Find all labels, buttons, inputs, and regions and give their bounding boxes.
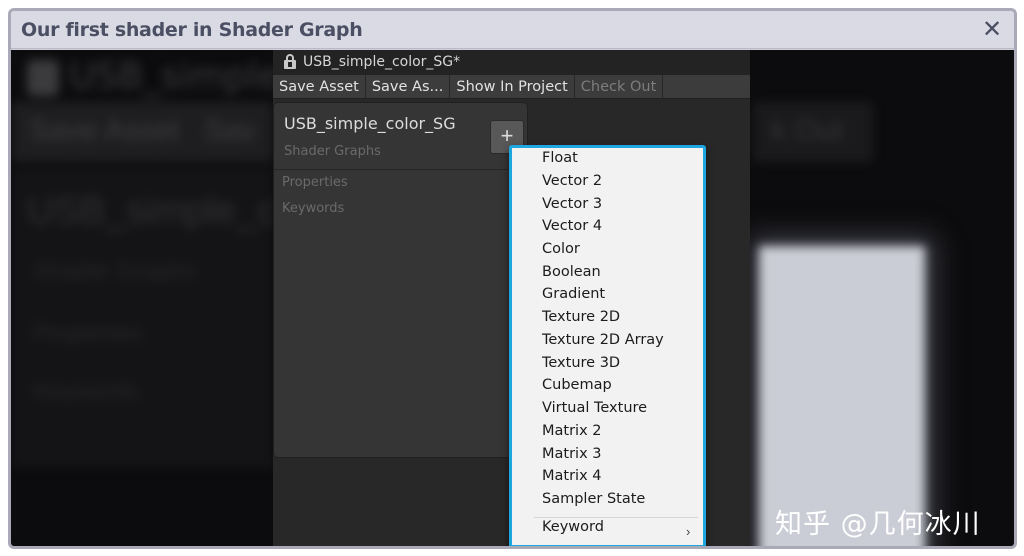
blurred-keywords-label: Keywords [33, 378, 139, 405]
menu-item-vector-2[interactable]: Vector 2 [542, 173, 602, 189]
blurred-properties-label: Properties [33, 320, 143, 347]
screenshot-content: USB_simple_c Save Asset Sav k Out USB_si… [11, 50, 1014, 546]
save-asset-button[interactable]: Save Asset [273, 75, 366, 99]
menu-item-vector-4[interactable]: Vector 4 [542, 218, 602, 234]
blurred-toolbar-label: Save Asset Sav [29, 114, 256, 147]
menu-item-gradient[interactable]: Gradient [542, 286, 605, 302]
blackboard-subtitle: Shader Graphs [284, 144, 381, 159]
menu-item-matrix-2[interactable]: Matrix 2 [542, 423, 602, 439]
properties-section[interactable]: Properties [282, 175, 348, 190]
check-out-button[interactable]: Check Out [575, 75, 664, 99]
menu-item-virtual-texture[interactable]: Virtual Texture [542, 400, 647, 416]
menu-item-keyword[interactable]: Keyword [542, 519, 604, 535]
blurred-blackboard-subtitle: Shader Graphs [33, 258, 196, 285]
blackboard-title: USB_simple_color_SG [284, 114, 456, 133]
editor-window-header: USB_simple_color_SG* [273, 50, 750, 75]
blurred-preview-panel [759, 246, 925, 546]
add-property-menu: Float Vector 2 Vector 3 Vector 4 Color B… [509, 145, 706, 546]
blurred-toolbar-right-label: k Out [771, 114, 843, 147]
keywords-section[interactable]: Keywords [282, 201, 344, 216]
editor-window-title: USB_simple_color_SG* [303, 54, 461, 70]
menu-separator [534, 517, 698, 518]
editor-toolbar: Save Asset Save As... Show In Project Ch… [273, 75, 750, 99]
menu-item-sampler-state[interactable]: Sampler State [542, 491, 645, 507]
watermark-text: 知乎 @几何冰川 [775, 509, 981, 540]
dialog-title: Our first shader in Shader Graph [21, 19, 363, 41]
menu-item-matrix-4[interactable]: Matrix 4 [542, 468, 602, 484]
dialog-titlebar: Our first shader in Shader Graph ✕ [11, 11, 1014, 49]
menu-item-vector-3[interactable]: Vector 3 [542, 196, 602, 212]
menu-item-boolean[interactable]: Boolean [542, 264, 601, 280]
menu-item-float[interactable]: Float [542, 150, 578, 166]
chevron-right-icon: › [686, 524, 691, 539]
menu-item-texture-2d[interactable]: Texture 2D [542, 309, 620, 325]
close-icon[interactable]: ✕ [980, 16, 1004, 42]
save-as-button[interactable]: Save As... [366, 75, 451, 99]
menu-item-texture-3d[interactable]: Texture 3D [542, 355, 620, 371]
dialog-frame: Our first shader in Shader Graph ✕ USB_s… [8, 8, 1017, 549]
blackboard-panel: USB_simple_color_SG Shader Graphs Proper… [273, 102, 528, 458]
menu-item-texture-2d-array[interactable]: Texture 2D Array [542, 332, 664, 348]
menu-item-cubemap[interactable]: Cubemap [542, 377, 612, 393]
blackboard-divider [274, 169, 527, 170]
shader-file-icon [284, 54, 296, 69]
blurred-blackboard-title: USB_simple_c [27, 190, 277, 232]
blurred-lock-icon [27, 60, 59, 96]
menu-item-color[interactable]: Color [542, 241, 580, 257]
menu-item-matrix-3[interactable]: Matrix 3 [542, 446, 602, 462]
show-in-project-button[interactable]: Show In Project [450, 75, 575, 99]
